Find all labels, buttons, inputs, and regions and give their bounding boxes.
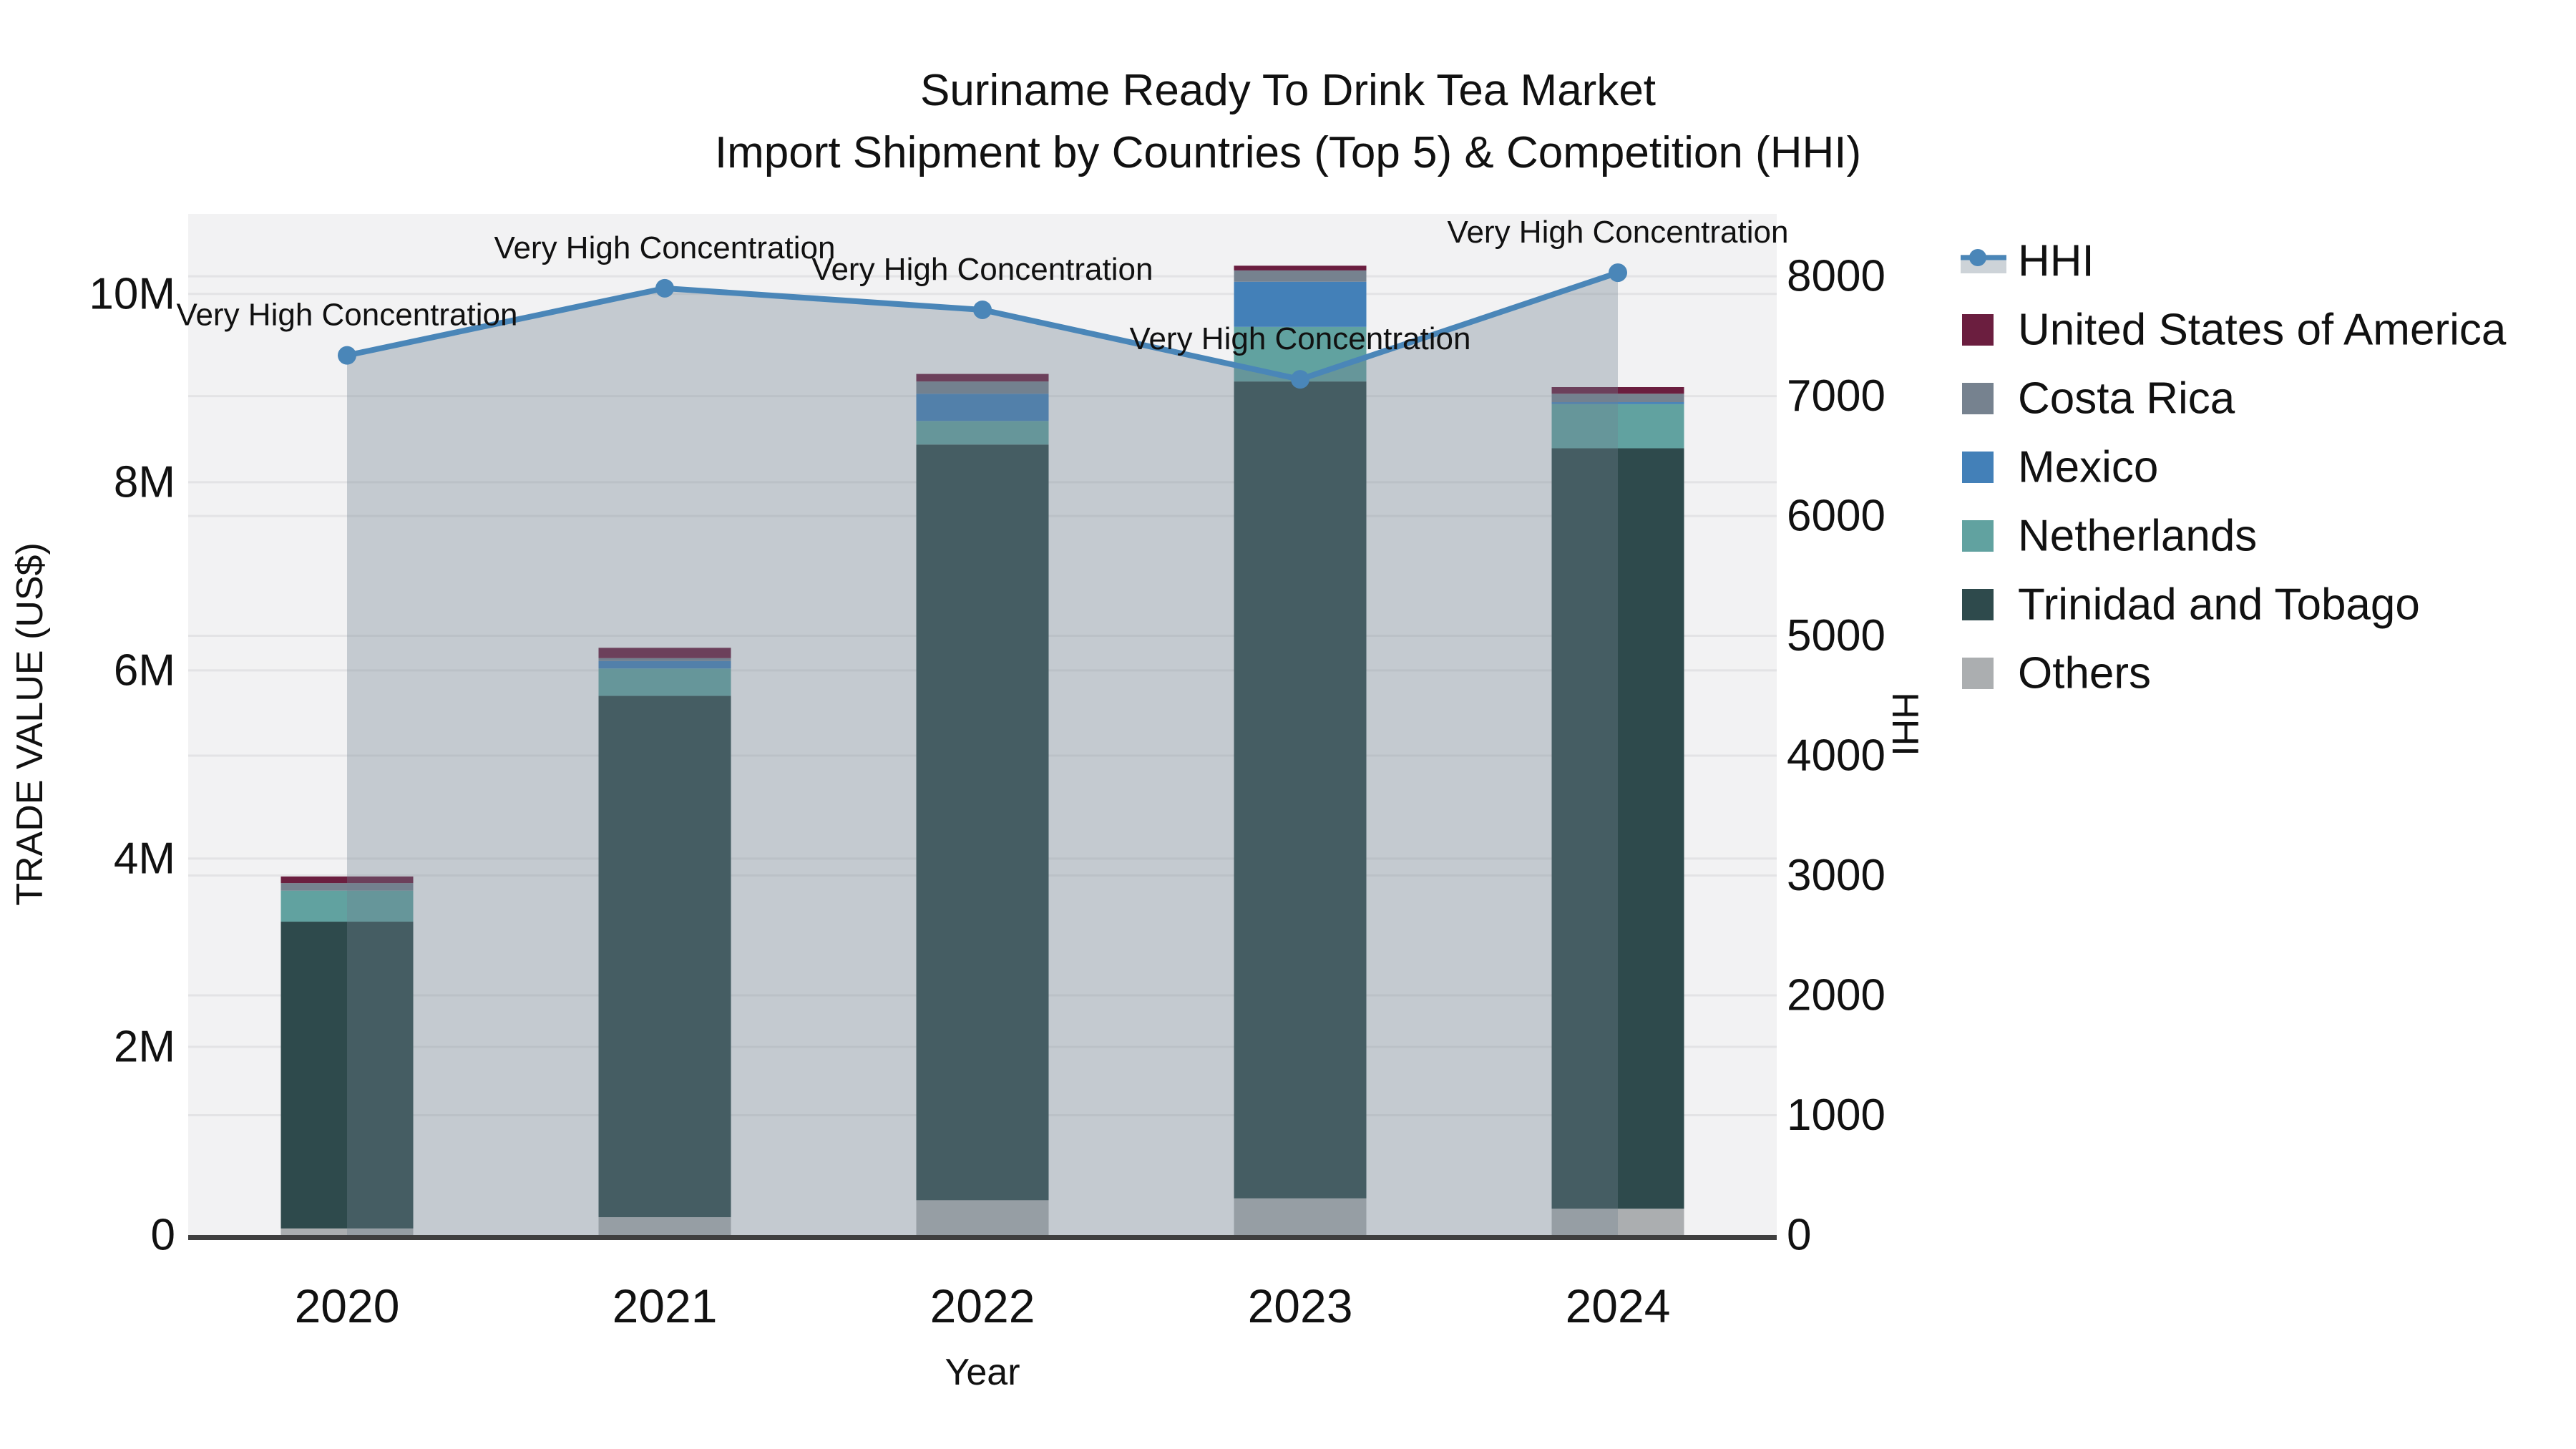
hhi-area-fill [347, 273, 1618, 1236]
y2-axis-title: HHI [1884, 692, 1926, 756]
y-axis-tick-2M: 2M [114, 1022, 175, 1071]
legend-item-costa-rica[interactable]: Costa Rica [1962, 374, 2235, 424]
x-axis-line [188, 1235, 1777, 1240]
legend-item-hhi[interactable]: HHI [1961, 237, 2094, 286]
y-axis-tick-6M: 6M [114, 645, 175, 695]
annotation-2020: Very High Concentration [177, 298, 518, 333]
hhi-marker-2020[interactable] [338, 346, 356, 365]
hhi-area-fill-layer [347, 273, 1618, 1236]
legend-item-trinidad-and-tobago[interactable]: Trinidad and Tobago [1962, 580, 2420, 630]
annotation-2022: Very High Concentration [812, 252, 1153, 287]
x-axis-tick-2021: 2021 [613, 1279, 718, 1332]
hhi-marker-2022[interactable] [973, 300, 992, 319]
legend-label: HHI [2018, 237, 2094, 286]
y2-axis-tick-3000: 3000 [1787, 851, 1885, 900]
legend-label: Others [2018, 649, 2151, 698]
hhi-marker-2021[interactable] [655, 278, 674, 298]
x-axis-tick-2024: 2024 [1566, 1279, 1671, 1332]
chart-title-line2: Import Shipment by Countries (Top 5) & C… [715, 128, 1861, 177]
y-axis-tick-4M: 4M [114, 834, 175, 883]
title-layer: Suriname Ready To Drink Tea Market Import… [715, 66, 1861, 177]
legend-item-mexico[interactable]: Mexico [1962, 443, 2158, 492]
legend-swatch-icon [1962, 383, 1994, 414]
x-axis-tick-2020: 2020 [295, 1279, 400, 1332]
legend-hhi-marker-icon [1969, 249, 1986, 266]
annotation-2024: Very High Concentration [1448, 215, 1789, 250]
y2-axis-tick-1000: 1000 [1787, 1091, 1885, 1140]
legend-label: Netherlands [2018, 512, 2257, 561]
hhi-marker-2023[interactable] [1291, 370, 1309, 389]
legend-swatch-icon [1962, 452, 1994, 483]
y-axis-title: TRADE VALUE (US$) [9, 542, 51, 906]
legend-label: Costa Rica [2018, 374, 2235, 424]
annotation-2021: Very High Concentration [494, 230, 836, 265]
legend-item-others[interactable]: Others [1962, 649, 2151, 698]
chart-title-line1: Suriname Ready To Drink Tea Market [920, 66, 1656, 115]
y2-axis-tick-8000: 8000 [1787, 252, 1885, 301]
y2-axis-tick-4000: 4000 [1787, 731, 1885, 781]
legend-swatch-icon [1962, 589, 1994, 620]
legend-swatch-icon [1962, 520, 1994, 552]
y2-axis-tick-6000: 6000 [1787, 492, 1885, 541]
annotation-2023: Very High Concentration [1130, 321, 1471, 356]
legend-item-netherlands[interactable]: Netherlands [1962, 512, 2257, 561]
legend-layer: HHI United States of America Costa Rica Mex… [1961, 237, 2507, 698]
chart-figure: 0 2M 4M 6M 8M 10M 0 1000 2000 3000 4000 5000 6000 700… [0, 0, 2576, 1449]
y2-axis-tick-2000: 2000 [1787, 971, 1885, 1020]
legend-swatch-icon [1962, 314, 1994, 346]
legend-item-united-states-of-america[interactable]: United States of America [1962, 306, 2507, 355]
y-axis-tick-0: 0 [151, 1211, 175, 1260]
x-axis-tick-2023: 2023 [1248, 1279, 1353, 1332]
legend-label: Mexico [2018, 443, 2158, 492]
bar-2023-united-states-of-america[interactable] [1234, 265, 1367, 270]
legend-swatch-icon [1962, 658, 1994, 689]
y-axis-tick-8M: 8M [114, 457, 175, 507]
legend-label: United States of America [2018, 306, 2507, 355]
x-axis-tick-2022: 2022 [930, 1279, 1035, 1332]
y2-axis-tick-5000: 5000 [1787, 611, 1885, 660]
chart-canvas: 0 2M 4M 6M 8M 10M 0 1000 2000 3000 4000 5000 6000 700… [9, 66, 2507, 1393]
bar-2023-costa-rica[interactable] [1234, 270, 1367, 282]
y-axis-tick-10M: 10M [89, 269, 175, 318]
x-axis-title: Year [945, 1352, 1020, 1393]
legend-label: Trinidad and Tobago [2018, 580, 2420, 630]
y2-axis-tick-0: 0 [1787, 1211, 1811, 1260]
hhi-marker-2024[interactable] [1609, 263, 1627, 283]
bar-2023-mexico[interactable] [1234, 281, 1367, 327]
y2-axis-tick-7000: 7000 [1787, 371, 1885, 421]
